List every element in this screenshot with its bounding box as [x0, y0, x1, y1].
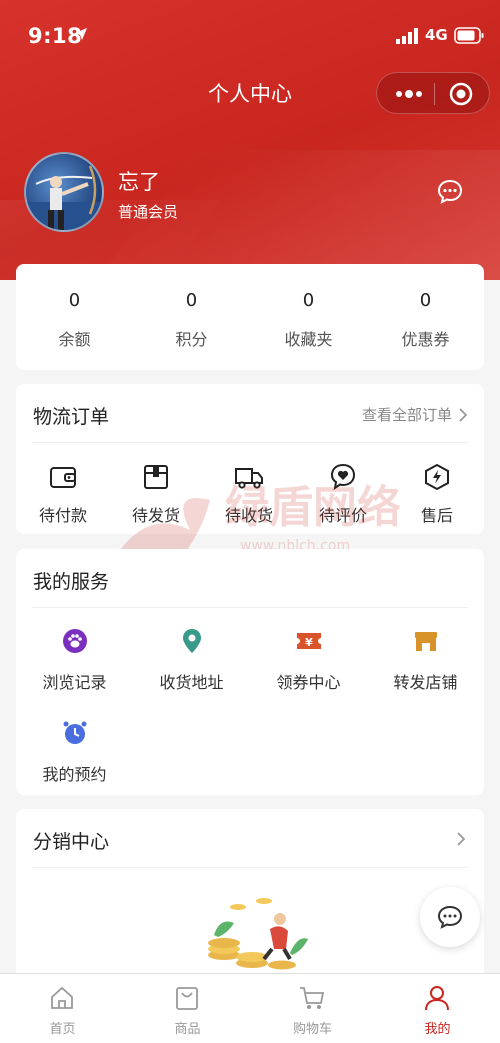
message-icon[interactable] [436, 178, 464, 206]
tab-label: 首页 [49, 1022, 76, 1037]
view-all-orders-label: 查看全部订单 [361, 406, 452, 424]
coupon-icon: ¥ [297, 633, 321, 649]
distribution-title: 分销中心 [33, 831, 110, 853]
chevron-right-icon [457, 832, 466, 846]
tab-products[interactable]: 商品 [125, 974, 250, 1043]
network-type: 4G [425, 26, 448, 44]
stat-value: 0 [419, 290, 432, 311]
heart-chat-icon [330, 463, 356, 491]
lightning-shield-icon [425, 463, 449, 491]
cart-icon [300, 987, 325, 1009]
chevron-right-icon [459, 407, 468, 422]
tab-cart[interactable]: 购物车 [250, 974, 375, 1043]
coins-illustration [208, 898, 308, 970]
stat-value: 0 [302, 290, 315, 311]
store-icon [415, 632, 437, 651]
orders-title: 物流订单 [33, 406, 110, 428]
tab-label: 购物车 [292, 1022, 332, 1037]
wallet-icon [50, 467, 76, 488]
shopping-bag-icon [176, 987, 198, 1010]
account-stats-card: 0 余额 0 积分 0 收藏夹 0 优惠券 [16, 264, 484, 370]
home-icon [51, 986, 73, 1009]
stat-label: 积分 [175, 330, 208, 349]
services-card: 我的服务 浏览记录 收货地址 ¥ 领券中心 转发店铺 我的预约 [16, 549, 484, 795]
divider [32, 867, 468, 868]
order-tile-label: 待评价 [318, 506, 367, 525]
services-title: 我的服务 [33, 571, 110, 593]
service-label: 收货地址 [159, 673, 224, 692]
page-title: 个人中心 [208, 82, 292, 106]
box-icon [144, 465, 168, 489]
view-all-orders-link[interactable]: 查看全部订单 [362, 404, 468, 425]
tab-home[interactable]: 首页 [0, 974, 125, 1043]
service-label: 领券中心 [276, 673, 341, 692]
signal-icon [396, 28, 418, 44]
order-tile-label: 售后 [420, 506, 453, 525]
orders-card: 物流订单 查看全部订单 待付款 待发货 待收货 待评价 售后 [16, 384, 484, 534]
user-name: 忘了 [118, 170, 160, 194]
stat-label: 收藏夹 [284, 330, 333, 349]
capsule-divider [434, 83, 435, 105]
stat-label: 优惠券 [401, 330, 450, 349]
stat-value: 0 [185, 290, 198, 311]
divider [32, 607, 468, 608]
tab-label: 商品 [174, 1022, 201, 1037]
order-tile-label: 待发货 [131, 506, 180, 525]
tab-profile[interactable]: 我的 [375, 974, 500, 1043]
avatar[interactable] [24, 152, 104, 232]
member-level: 普通会员 [118, 203, 179, 221]
user-icon [425, 986, 449, 1011]
chat-bubble-icon [437, 905, 463, 929]
service-label: 转发店铺 [393, 673, 458, 692]
location-arrow-icon [75, 28, 87, 40]
stat-value: 0 [68, 290, 81, 311]
tab-label: 我的 [424, 1022, 451, 1037]
alarm-clock-icon [63, 721, 87, 744]
bottom-tab-bar: 首页 商品 购物车 我的 [0, 973, 500, 1043]
miniprogram-capsule [376, 72, 490, 114]
more-icon[interactable] [391, 83, 427, 105]
truck-icon [235, 468, 263, 489]
stat-label: 余额 [58, 330, 91, 349]
service-label: 我的预约 [42, 765, 107, 784]
status-bar: 9:18 4G [0, 0, 500, 70]
divider [32, 442, 468, 443]
service-label: 浏览记录 [42, 673, 107, 692]
order-tile-label: 待付款 [38, 506, 87, 525]
order-tile-label: 待收货 [224, 506, 273, 525]
battery-icon [454, 27, 484, 44]
location-pin-icon [183, 629, 201, 653]
customer-service-chat-button[interactable] [420, 887, 480, 947]
svg-text:¥: ¥ [305, 636, 313, 649]
close-target-icon[interactable] [448, 81, 474, 107]
paw-icon [63, 629, 87, 653]
